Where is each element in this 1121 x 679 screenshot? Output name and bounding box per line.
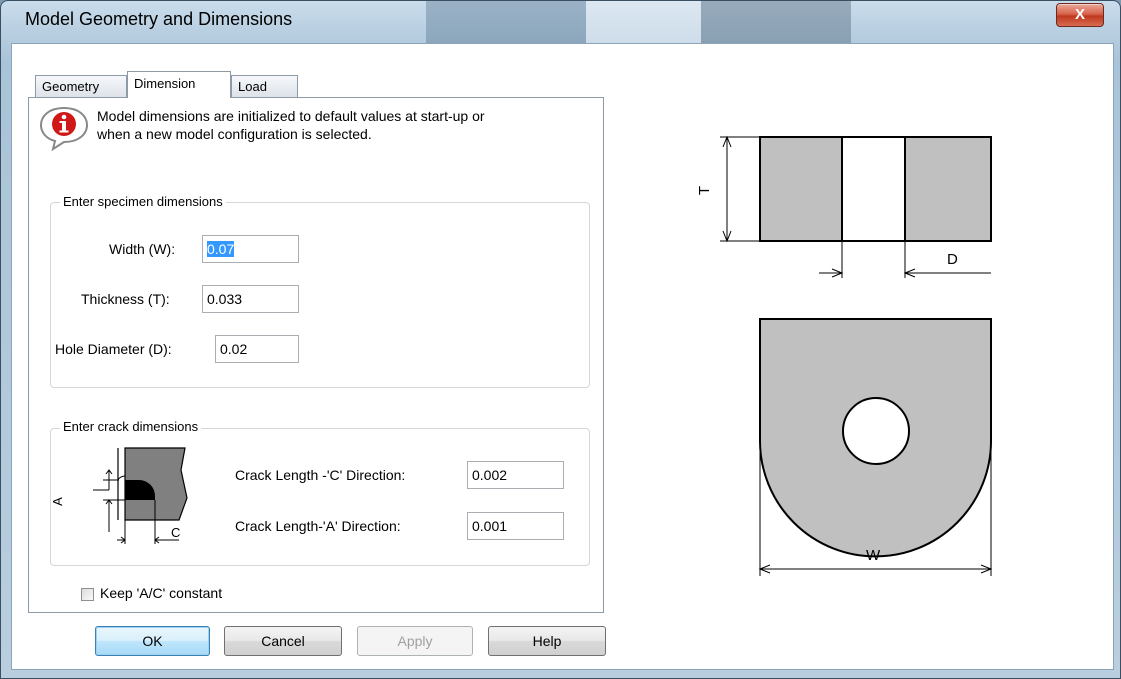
cancel-button[interactable]: Cancel [224,626,342,656]
hole-diameter-input[interactable]: 0.02 [215,335,299,363]
thickness-label: Thickness (T): [81,291,170,307]
dimension-panel: Model dimensions are initialized to defa… [28,97,604,613]
crack-diagram-c-label: C [171,525,181,540]
crack-c-label: Crack Length -'C' Direction: [235,467,406,483]
title-bar[interactable]: Model Geometry and Dimensions X [1,1,1120,51]
hole-diameter-label: Hole Diameter (D): [55,341,172,357]
crack-diagram-a-label: A [49,497,65,506]
crack-a-input[interactable]: 0.001 [467,512,564,540]
diagram-w-label: W [866,547,881,564]
tab-dimension[interactable]: Dimension [127,71,231,98]
ok-button[interactable]: OK [95,626,210,656]
close-button[interactable]: X [1056,3,1104,27]
info-text-line1: Model dimensions are initialized to defa… [97,108,485,124]
keep-ac-constant-label: Keep 'A/C' constant [100,585,223,601]
keep-ac-constant-checkbox[interactable] [81,588,94,601]
crack-a-label: Crack Length-'A' Direction: [235,518,401,534]
diagram-d-label: D [947,251,958,268]
crack-legend: Enter crack dimensions [60,419,202,434]
apply-button[interactable]: Apply [357,626,473,656]
specimen-legend: Enter specimen dimensions [60,194,226,209]
diagram-t-label: T [696,185,714,196]
thickness-input[interactable]: 0.033 [202,285,299,313]
specimen-diagram [720,135,993,576]
window-title: Model Geometry and Dimensions [25,9,293,29]
tab-load[interactable]: Load [231,75,298,97]
dialog-window: Model Geometry and Dimensions X Geometry… [0,0,1121,679]
width-input[interactable]: 0.07 [202,235,299,263]
tab-geometry[interactable]: Geometry [35,75,127,97]
help-button[interactable]: Help [488,626,606,656]
info-text-line2: when a new model configuration is select… [97,126,372,142]
crack-c-input[interactable]: 0.002 [467,461,564,489]
width-value: 0.07 [207,241,235,257]
width-label: Width (W): [109,241,176,257]
info-icon [39,106,89,152]
